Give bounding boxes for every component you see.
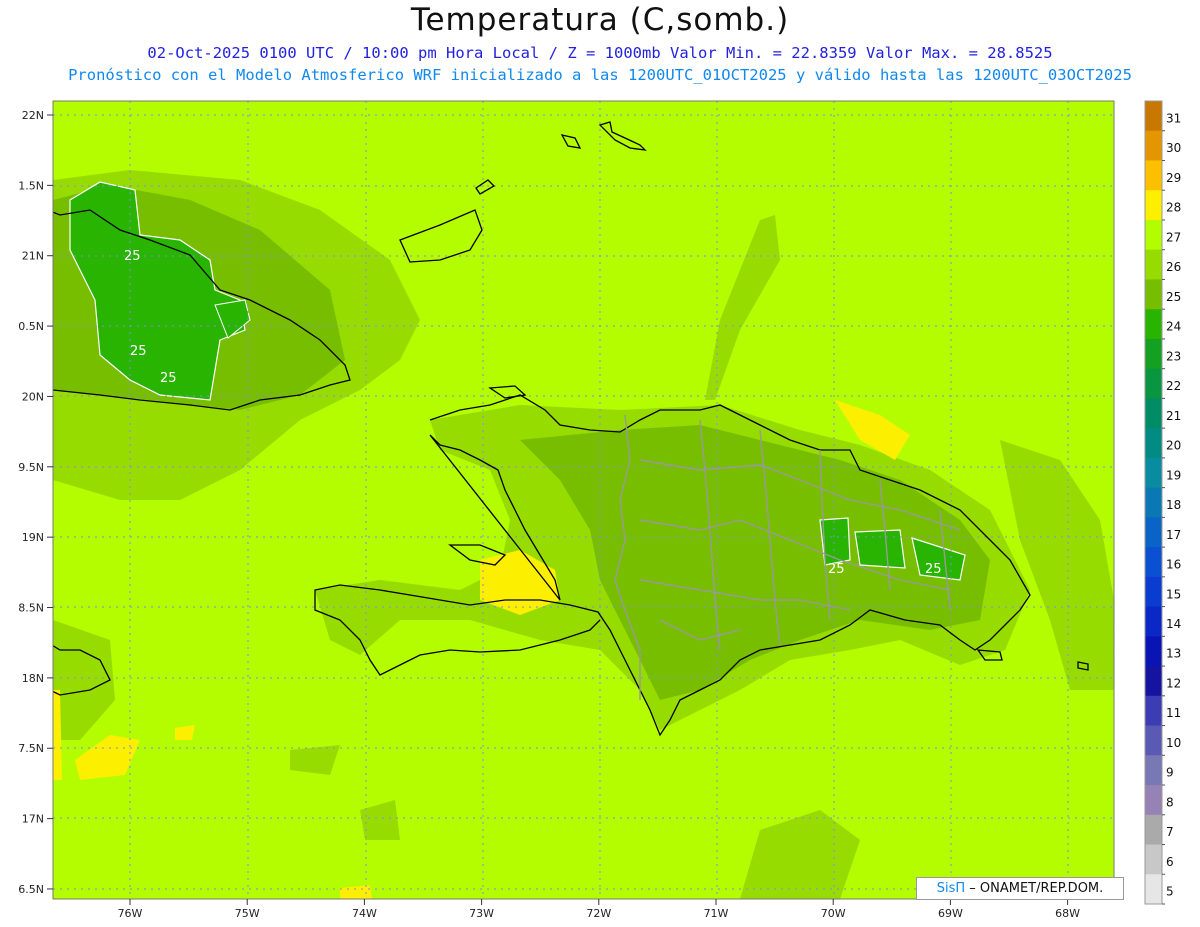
x-tick-label: 71W [704, 907, 729, 920]
y-tick-label: 19N [22, 531, 44, 544]
colorbar-swatch [1145, 368, 1162, 399]
colorbar-label: 12 [1166, 676, 1181, 690]
y-tick-label: 6.5N [18, 883, 44, 896]
colorbar-swatch [1145, 279, 1162, 310]
colorbar-label: 24 [1166, 320, 1181, 334]
colorbar-label: 23 [1166, 349, 1181, 363]
x-axis: 76W 75W 74W 73W 72W 71W 70W 69W 68W [118, 899, 1080, 920]
colorbar-swatch [1145, 398, 1162, 429]
x-tick-label: 69W [938, 907, 963, 920]
colorbar-label: 5 [1166, 885, 1174, 899]
colorbar-label: 28 [1166, 201, 1181, 215]
colorbar-label: 20 [1166, 439, 1181, 453]
contour-label-5: 25 [925, 562, 942, 577]
credit-text: – ONAMET/REP.DOM. [965, 881, 1104, 896]
brand-label: SisΠ [936, 881, 966, 896]
colorbar-swatch [1145, 190, 1162, 221]
colorbar-label: 9 [1166, 766, 1174, 780]
colorbar-swatch [1145, 576, 1162, 608]
colorbar-label: 26 [1166, 260, 1181, 274]
colorbar-swatch [1145, 160, 1162, 191]
y-tick-label: 20N [22, 390, 44, 403]
x-tick-label: 74W [352, 907, 377, 920]
colorbar-label: 31 [1166, 111, 1181, 125]
colorbar-label: 22 [1166, 379, 1181, 393]
colorbar-label: 17 [1166, 528, 1181, 542]
colorbar-swatch [1145, 130, 1162, 161]
colorbar-swatch [1145, 517, 1162, 548]
colorbar-label: 25 [1166, 290, 1181, 304]
x-tick-label: 73W [469, 907, 494, 920]
colorbar-label: 15 [1166, 587, 1181, 601]
y-tick-label: 22N [22, 109, 44, 122]
x-tick-label: 75W [235, 907, 260, 920]
y-tick-label: 0.5N [18, 320, 44, 333]
colorbar-label: 8 [1166, 795, 1174, 809]
colorbar-swatch [1145, 428, 1162, 459]
colorbar-swatch [1145, 338, 1162, 370]
colorbar-label: 10 [1166, 736, 1181, 750]
region-24-east-1 [854, 529, 906, 569]
colorbar-label: 19 [1166, 468, 1181, 482]
colorbar-swatch [1145, 487, 1162, 518]
colorbar-label: 14 [1166, 617, 1181, 631]
colorbar-label: 30 [1166, 141, 1181, 155]
y-tick-label: 17N [22, 813, 44, 826]
colorbar-label: 7 [1166, 825, 1174, 839]
colorbar-swatch [1145, 309, 1162, 340]
contour-label-2: 25 [130, 344, 147, 359]
colorbar-swatch [1145, 666, 1162, 697]
colorbar-label: 21 [1166, 409, 1181, 423]
x-tick-label: 72W [586, 907, 611, 920]
colorbar-label: 13 [1166, 647, 1181, 661]
colorbar-label: 16 [1166, 558, 1181, 572]
colorbar-swatch [1145, 695, 1162, 727]
y-tick-label: 1.5N [18, 179, 44, 192]
contour-label-1: 25 [124, 249, 141, 264]
colorbar-swatch [1145, 785, 1162, 816]
colorbar-label: 11 [1166, 706, 1181, 720]
x-tick-label: 68W [1055, 907, 1080, 920]
colorbar-swatch [1145, 725, 1162, 756]
y-tick-label: 7.5N [18, 742, 44, 755]
contour-label-3: 25 [160, 371, 177, 386]
colorbar-swatch [1145, 457, 1162, 489]
y-tick-label: 21N [22, 250, 44, 263]
y-tick-label: 18N [22, 672, 44, 685]
colorbar-label: 6 [1166, 855, 1174, 869]
colorbar-swatch [1145, 636, 1162, 667]
colorbar-swatch [1145, 547, 1162, 578]
temperature-map: 25 25 25 25 25 22N 1.5N 21N 0.5N 20N 9.5N 19N 8… [18, 100, 1181, 920]
colorbar-swatch [1145, 874, 1162, 905]
colorbar-swatch [1145, 101, 1162, 132]
colorbar-label: 27 [1166, 230, 1181, 244]
colorbar: 31 30 29 28 27 26 25 24 23 22 21 20 19 18 17 16 15 14 13 12… [1144, 100, 1181, 905]
colorbar-swatch [1145, 844, 1162, 875]
y-tick-label: 8.5N [18, 602, 44, 615]
colorbar-swatch [1145, 606, 1162, 637]
colorbar-swatch [1145, 219, 1162, 251]
colorbar-swatch [1145, 249, 1162, 280]
colorbar-swatch [1145, 755, 1162, 786]
x-tick-label: 70W [821, 907, 846, 920]
y-tick-label: 9.5N [18, 461, 44, 474]
colorbar-label: 18 [1166, 498, 1181, 512]
colorbar-swatch [1145, 814, 1162, 846]
contour-label-4: 25 [828, 562, 845, 577]
puerto-rico-edge [1113, 625, 1114, 650]
colorbar-label: 29 [1166, 171, 1181, 185]
credit-box: SisΠ – ONAMET/REP.DOM. [916, 877, 1124, 900]
x-tick-label: 76W [118, 907, 143, 920]
y-axis: 22N 1.5N 21N 0.5N 20N 9.5N 19N 8.5N 18N 7.5N 17N 6.… [18, 109, 53, 896]
